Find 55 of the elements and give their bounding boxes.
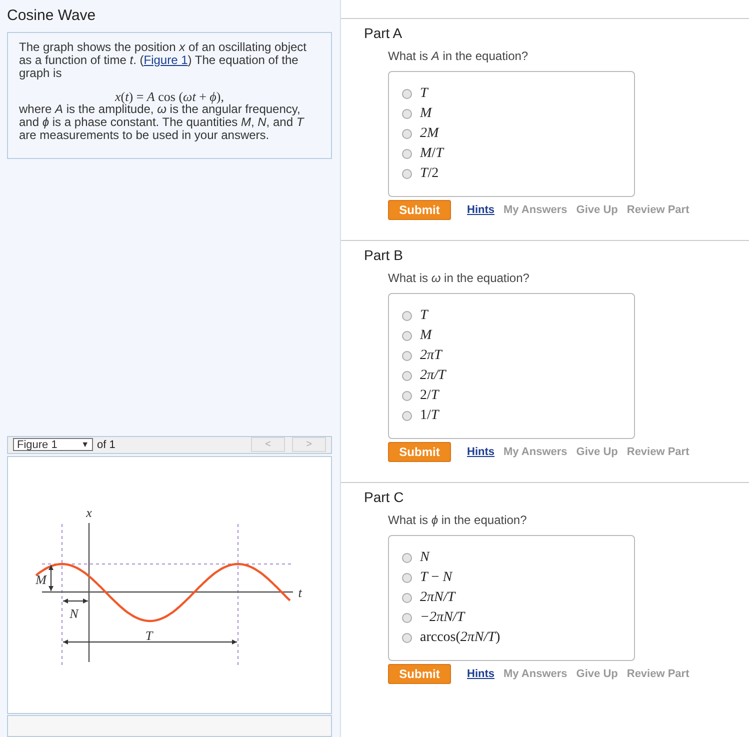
part-title: Part B	[363, 246, 404, 264]
option-label[interactable]: 2π/T	[420, 368, 446, 384]
option-label[interactable]: 2πT	[420, 348, 442, 364]
option-label[interactable]: N	[420, 550, 430, 566]
amplitude-label: M	[36, 572, 46, 587]
radio-button[interactable]	[402, 331, 412, 341]
option-label[interactable]: arccos(2πN/T)	[420, 630, 500, 646]
question-text: What is A in the equation?	[387, 48, 530, 64]
option-label[interactable]: M	[420, 328, 432, 344]
radio-button[interactable]	[402, 391, 412, 401]
question-text: What is ϕ in the equation?	[387, 512, 528, 528]
radio-button[interactable]	[402, 411, 412, 421]
radio-button[interactable]	[402, 311, 412, 321]
phase-label: N	[70, 606, 78, 621]
axis-label: t	[298, 585, 302, 600]
figure-count: of 1	[97, 438, 116, 451]
radio-button[interactable]	[402, 593, 412, 603]
option-label[interactable]: 2πN/T	[420, 590, 456, 606]
radio-button[interactable]	[402, 633, 412, 643]
phase-arrow	[62, 598, 88, 604]
axis-label: x	[86, 505, 92, 520]
period-label: T	[145, 628, 153, 643]
equation: x(t) = A cos (ωt + ϕ),	[114, 90, 225, 103]
radio-button[interactable]	[402, 149, 412, 159]
option-label[interactable]: 1/T	[420, 408, 439, 424]
radio-button[interactable]	[402, 129, 412, 139]
page-title: Cosine Wave	[6, 6, 97, 26]
hints-link[interactable]: Hints	[467, 446, 494, 458]
figure-select[interactable]: Figure 1 ▼	[13, 438, 93, 452]
option-label[interactable]: M	[420, 106, 432, 122]
radio-button[interactable]	[402, 573, 412, 583]
hints-link[interactable]: Hints	[467, 668, 494, 680]
radio-button[interactable]	[402, 351, 412, 361]
part-title: Part A	[363, 24, 404, 42]
option-label[interactable]: 2/T	[420, 388, 439, 404]
option-label[interactable]: 2M	[420, 126, 439, 142]
amplitude-arrow	[48, 564, 54, 592]
part-title: Part C	[363, 488, 405, 506]
option-label[interactable]: T	[420, 308, 428, 324]
explanation-text: where A is the amplitude, ω is the angular frequency, and ϕ is a phase constant. The quantities M, N, and T are measurements to be used in your answers.	[19, 102, 306, 142]
option-label[interactable]: T	[420, 86, 428, 102]
radio-button[interactable]	[402, 109, 412, 119]
radio-button[interactable]	[402, 89, 412, 99]
option-label[interactable]: T/2	[420, 166, 439, 182]
problem-text: The graph shows the position x of an oscillating object as a function of time t. (Figure 1) The equation of the graph is	[19, 40, 308, 80]
radio-button[interactable]	[402, 371, 412, 381]
figure-link[interactable]: Figure 1	[144, 52, 188, 67]
option-label[interactable]: M/T	[420, 146, 444, 162]
radio-button[interactable]	[402, 613, 412, 623]
radio-button[interactable]	[402, 553, 412, 563]
hints-link[interactable]: Hints	[467, 204, 494, 216]
radio-button[interactable]	[402, 169, 412, 179]
option-label[interactable]: T − N	[420, 570, 452, 586]
option-label[interactable]: −2πN/T	[420, 610, 464, 626]
question-text: What is ω in the equation?	[387, 270, 530, 286]
